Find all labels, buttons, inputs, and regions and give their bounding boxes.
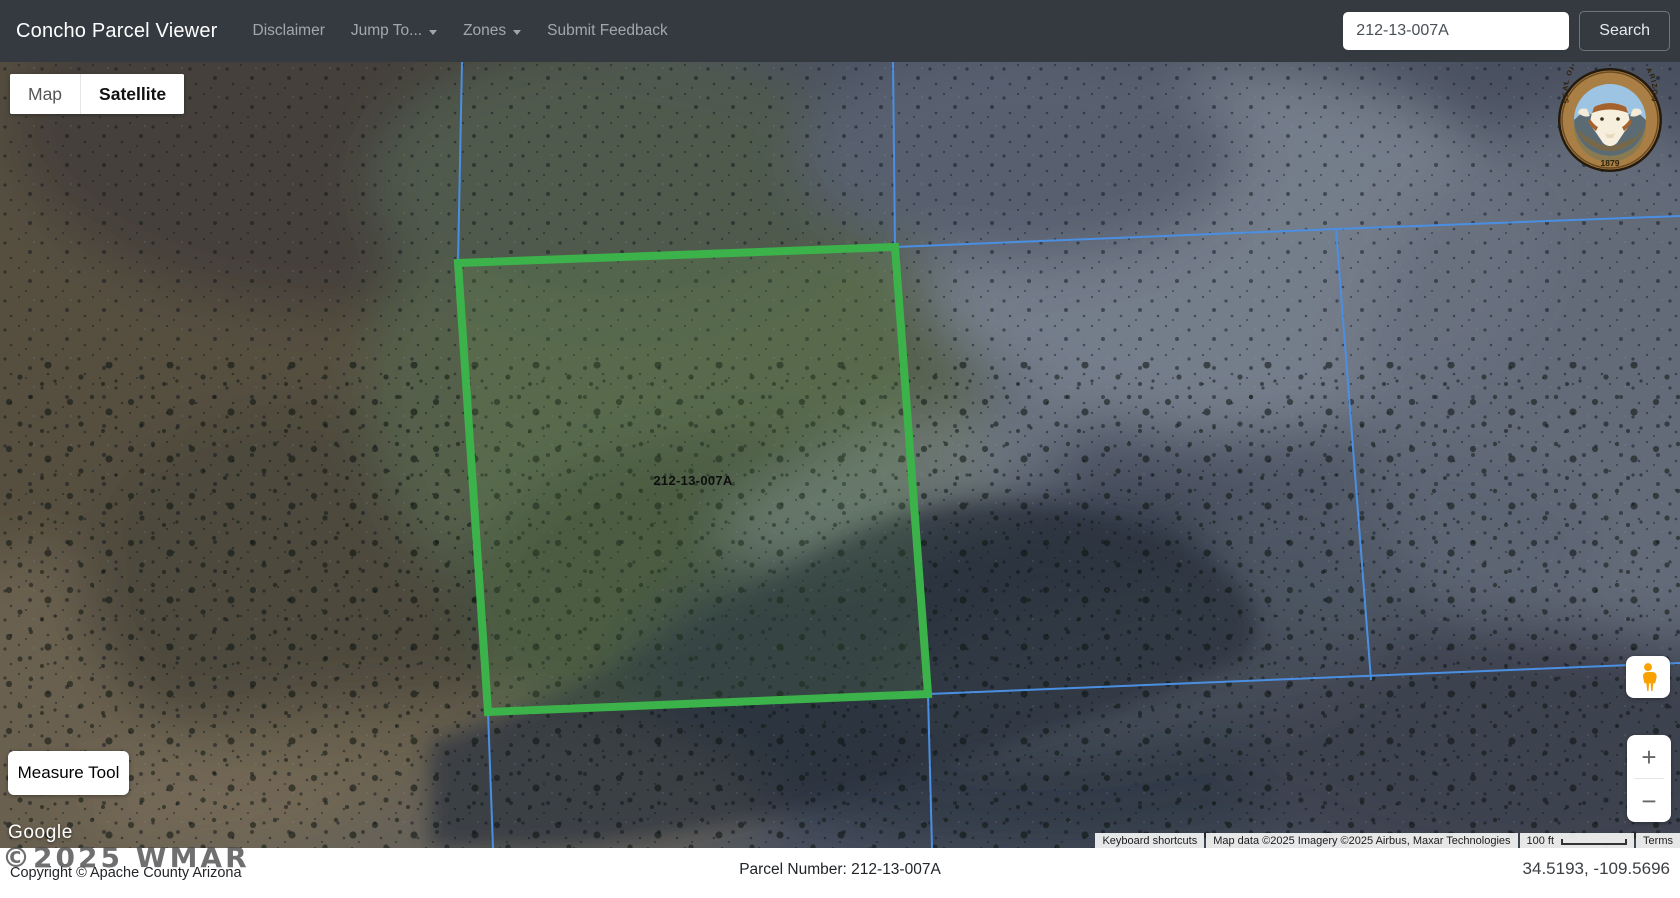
nav-link-label: Jump To... — [351, 22, 422, 40]
scale-ruler — [1561, 839, 1627, 845]
nav-link-jump-to[interactable]: Jump To... — [351, 22, 437, 40]
apache-county-seal-logo: SEAL OF APACHE COUNTY ARIZONA 1879 — [1557, 67, 1663, 173]
status-footer: Copyright © Apache County Arizona Parcel… — [0, 848, 1680, 898]
nav-link-zones[interactable]: Zones — [463, 22, 521, 40]
measure-tool-button[interactable]: Measure Tool — [8, 751, 129, 795]
seal-year-text: 1879 — [1601, 158, 1620, 168]
map-viewport[interactable]: 212-13-007A Map Satellite SEAL OF APACHE — [0, 62, 1680, 848]
zoom-out-button[interactable]: − — [1627, 779, 1671, 822]
map-attribution-bar: Keyboard shortcuts Map data ©2025 Imager… — [1095, 833, 1680, 848]
cursor-coordinates: 34.5193, -109.5696 — [1523, 859, 1670, 879]
chevron-down-icon — [513, 30, 521, 35]
nav-link-label: Zones — [463, 22, 506, 40]
parcel-id-label: 212-13-007A — [632, 473, 754, 488]
map-data-attribution: Map data ©2025 Imagery ©2025 Airbus, Max… — [1206, 833, 1517, 848]
wmar-watermark: ©2025 WMAR — [2, 841, 250, 874]
app-title: Concho Parcel Viewer — [16, 20, 218, 43]
map-scale-button[interactable]: 100 ft — [1520, 833, 1635, 848]
nav-link-disclaimer[interactable]: Disclaimer — [253, 22, 325, 40]
satellite-imagery — [0, 62, 1680, 848]
chevron-down-icon — [429, 30, 437, 35]
map-scale-label: 100 ft — [1527, 835, 1555, 847]
keyboard-shortcuts-button[interactable]: Keyboard shortcuts — [1095, 833, 1204, 848]
top-navbar: Concho Parcel Viewer Disclaimer Jump To.… — [0, 0, 1680, 62]
terms-link[interactable]: Terms — [1636, 833, 1680, 848]
map-type-control: Map Satellite — [10, 74, 184, 114]
nav-link-label: Disclaimer — [253, 22, 325, 40]
nav-link-submit-feedback[interactable]: Submit Feedback — [547, 22, 668, 40]
search-button[interactable]: Search — [1579, 11, 1670, 51]
zoom-in-button[interactable]: + — [1627, 735, 1671, 778]
zoom-control: + − — [1627, 735, 1671, 822]
map-type-satellite-button[interactable]: Satellite — [81, 74, 184, 114]
parcel-number-status: Parcel Number: 212-13-007A — [0, 861, 1680, 879]
parcel-search-input[interactable] — [1343, 12, 1569, 50]
pegman-icon — [1637, 662, 1659, 692]
search-area: Search — [1343, 11, 1670, 51]
map-type-map-button[interactable]: Map — [10, 74, 80, 114]
street-view-pegman-button[interactable] — [1626, 656, 1670, 698]
nav-link-label: Submit Feedback — [547, 22, 668, 40]
